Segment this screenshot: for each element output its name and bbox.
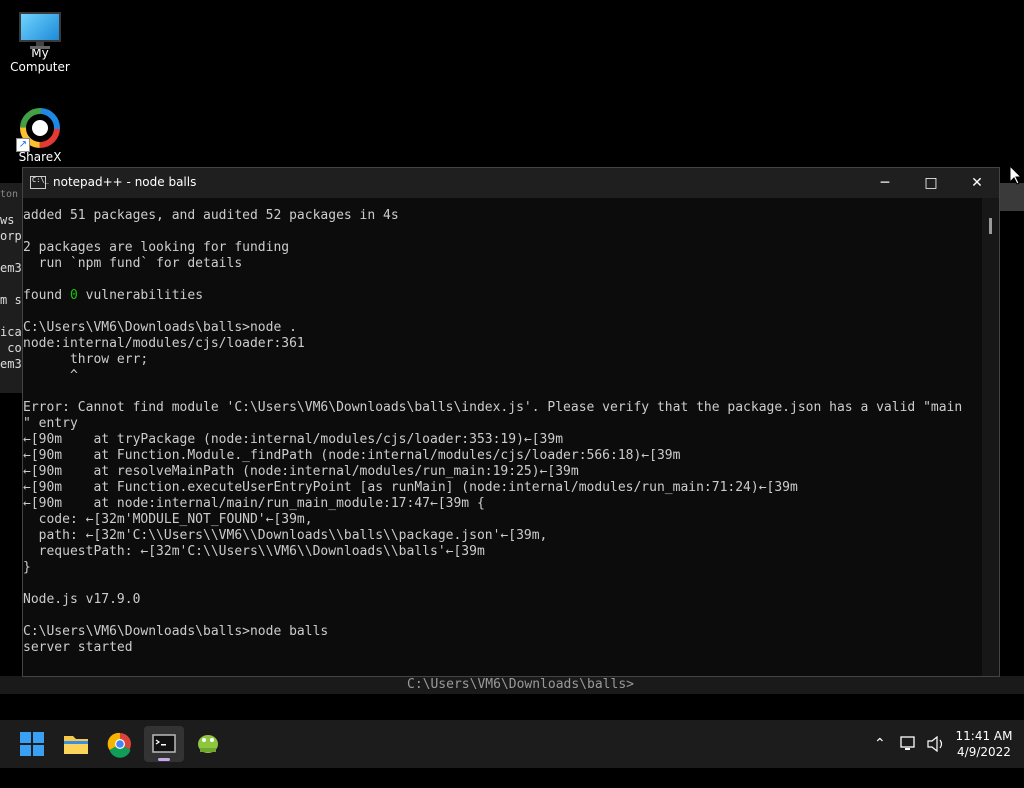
console-line: found 0 vulnerabilities [23, 288, 204, 303]
sharex-icon: ↗ [16, 106, 62, 152]
background-window-text: co [0, 341, 22, 355]
active-app-indicator [158, 758, 170, 761]
desktop-icon-my-computer[interactable]: My Computer [0, 8, 80, 74]
background-window-text: orp [0, 229, 22, 243]
console-line: C:\Users\VM6\Downloads\balls>node . [23, 320, 297, 335]
console-app-icon [30, 176, 49, 189]
console-line: C:\Users\VM6\Downloads\balls>node balls [23, 624, 329, 639]
console-line: Error: Cannot find module 'C:\Users\VM6\… [23, 400, 963, 415]
chrome-icon [107, 732, 131, 758]
background-window-text: m s [0, 293, 22, 307]
folder-icon [64, 736, 88, 754]
close-button[interactable]: ✕ [954, 168, 1000, 198]
clock-date: 4/9/2022 [957, 745, 1011, 759]
console-line: added 51 packages, and audited 52 packag… [23, 208, 399, 223]
mouse-cursor-icon [1009, 164, 1023, 189]
console-line: ←[90m at resolveMainPath (node:internal/… [23, 464, 579, 479]
console-line: Node.js v17.9.0 [23, 592, 141, 607]
console-line: throw err; [23, 352, 149, 367]
background-window-text: ton [0, 189, 19, 200]
console-line: requestPath: ←[32m'C:\\Users\\VM6\\Downl… [23, 544, 485, 559]
system-clock[interactable]: 11:41 AM 4/9/2022 [952, 728, 1016, 760]
desktop-icon-label: ShareX [18, 150, 62, 164]
taskbar-notepadpp[interactable] [188, 726, 228, 762]
console-line: ←[90m at node:internal/main/run_main_mod… [23, 496, 485, 511]
console-line: code: ←[32m'MODULE_NOT_FOUND'←[39m, [23, 512, 313, 527]
scrollbar-thumb[interactable] [989, 218, 992, 234]
background-window-text: ws [0, 213, 15, 227]
window-title: notepad++ - node balls [53, 175, 197, 189]
taskbar-chrome[interactable] [100, 726, 140, 762]
console-line: " entry [23, 416, 78, 431]
console-line: ←[90m at Function.Module._findPath (node… [23, 448, 681, 463]
console-output[interactable]: added 51 packages, and audited 52 packag… [23, 208, 983, 678]
console-line: path: ←[32m'C:\\Users\\VM6\\Downloads\\b… [23, 528, 548, 543]
console-line: run `npm fund` for details [23, 256, 243, 271]
taskbar-file-explorer[interactable] [56, 726, 96, 762]
vulnerability-count: 0 [69, 288, 78, 303]
start-button[interactable] [12, 726, 52, 762]
clock-time: 11:41 AM [955, 729, 1013, 743]
shortcut-arrow-icon: ↗ [16, 138, 30, 152]
windows-start-icon [20, 732, 44, 756]
desktop-icon-sharex[interactable]: ↗ ShareX [0, 104, 80, 164]
console-line: ^ [23, 368, 78, 383]
background-status-bar: C:\Users\VM6\Downloads\balls> [0, 676, 1024, 694]
terminal-icon [152, 734, 176, 753]
maximize-button[interactable]: □ [908, 168, 954, 198]
taskbar-command-prompt[interactable] [144, 726, 184, 762]
vertical-scrollbar[interactable] [982, 198, 999, 676]
console-window[interactable]: notepad++ - node balls ─ □ ✕ added 51 pa… [22, 167, 1000, 677]
title-bar[interactable]: notepad++ - node balls ─ □ ✕ [23, 168, 999, 198]
show-hidden-icons-chevron-icon[interactable]: ⌃ [874, 720, 886, 768]
console-line: ←[90m at Function.executeUserEntryPoint … [23, 480, 798, 495]
network-icon[interactable] [900, 720, 918, 768]
console-line: ←[90m at tryPackage (node:internal/modul… [23, 432, 564, 447]
console-line: server started [23, 640, 133, 655]
computer-icon [19, 12, 61, 49]
minimize-button[interactable]: ─ [862, 168, 908, 198]
desktop-icon-label: My Computer [10, 46, 70, 74]
background-status-path: C:\Users\VM6\Downloads\balls> [407, 677, 634, 692]
taskbar: ⌃ 11:41 AM 4/9/2022 [0, 720, 1024, 768]
background-window-text: ica [0, 325, 22, 339]
console-line: node:internal/modules/cjs/loader:361 [23, 336, 305, 351]
notepadpp-icon [198, 735, 218, 753]
background-window-text: em3 [0, 357, 22, 371]
console-line: } [23, 560, 31, 575]
console-line: 2 packages are looking for funding [23, 240, 290, 255]
volume-icon[interactable] [926, 720, 946, 768]
background-window[interactable]: ton ws orp em3 m s ica co em3 [0, 183, 22, 393]
background-window-text: em3 [0, 261, 22, 275]
